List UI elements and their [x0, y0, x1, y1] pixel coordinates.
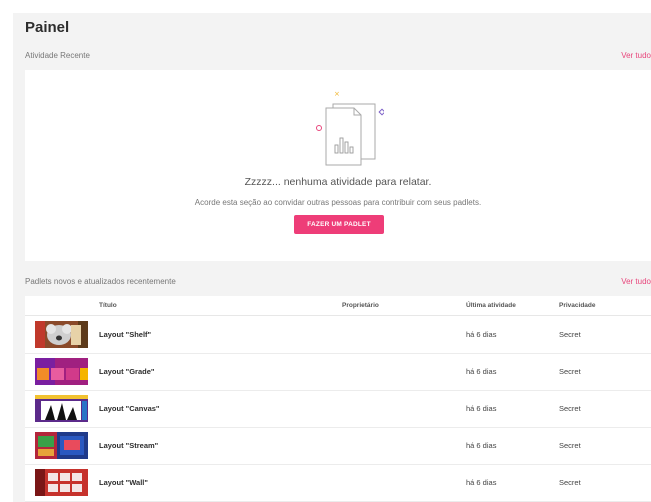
padlet-title[interactable]: Layout "Shelf": [99, 330, 151, 339]
padlet-last-activity: há 6 dias: [466, 367, 497, 376]
table-row[interactable]: Layout "Wall" há 6 dias Secret: [25, 464, 651, 502]
page-title: Painel: [25, 19, 70, 36]
dashboard: Painel Atividade Recente Ver tudo × Zzzz…: [13, 13, 651, 502]
column-header-last-activity[interactable]: Última atividade: [466, 302, 516, 309]
padlet-privacy: Secret: [559, 330, 581, 339]
padlets-see-all-link[interactable]: Ver tudo: [621, 277, 651, 286]
padlets-section-title: Padlets novos e atualizados recentemente: [25, 277, 176, 286]
padlet-thumbnail: [35, 469, 88, 496]
empty-state-heading: Zzzzz... nenhuma atividade para relatar.: [244, 176, 432, 188]
padlet-privacy: Secret: [559, 478, 581, 487]
empty-state-subtext: Acorde esta seção ao convidar outras pes…: [194, 198, 482, 207]
padlet-privacy: Secret: [559, 404, 581, 413]
table-row[interactable]: Layout "Canvas" há 6 dias Secret: [25, 390, 651, 428]
padlet-last-activity: há 6 dias: [466, 404, 497, 413]
padlet-privacy: Secret: [559, 367, 581, 376]
recent-activity-title: Atividade Recente: [25, 51, 90, 60]
padlet-title[interactable]: Layout "Wall": [99, 478, 148, 487]
padlet-privacy: Secret: [559, 441, 581, 450]
padlets-table: Título Proprietário Última atividade Pri…: [25, 296, 651, 502]
column-header-privacy[interactable]: Privacidade: [559, 302, 596, 309]
table-row[interactable]: Layout "Shelf" há 6 dias Secret: [25, 316, 651, 354]
padlet-thumbnail: [35, 395, 88, 422]
table-header: Título Proprietário Última atividade Pri…: [25, 296, 651, 316]
column-header-title[interactable]: Título: [99, 302, 117, 309]
padlet-last-activity: há 6 dias: [466, 441, 497, 450]
padlet-title[interactable]: Layout "Grade": [99, 367, 154, 376]
table-row[interactable]: Layout "Grade" há 6 dias Secret: [25, 353, 651, 391]
padlet-thumbnail: [35, 358, 88, 385]
recent-activity-card: × Zzzzz... nenhuma atividade para relata…: [25, 70, 651, 261]
recent-see-all-link[interactable]: Ver tudo: [621, 51, 651, 60]
column-header-owner[interactable]: Proprietário: [342, 302, 379, 309]
padlet-last-activity: há 6 dias: [466, 330, 497, 339]
padlet-thumbnail: [35, 321, 88, 348]
table-row[interactable]: Layout "Stream" há 6 dias Secret: [25, 427, 651, 465]
empty-document-chart-icon: ×: [304, 89, 386, 169]
padlet-thumbnail: [35, 432, 88, 459]
svg-text:×: ×: [334, 90, 340, 98]
padlet-title[interactable]: Layout "Canvas": [99, 404, 159, 413]
padlet-last-activity: há 6 dias: [466, 478, 497, 487]
padlet-title[interactable]: Layout "Stream": [99, 441, 158, 450]
make-padlet-button[interactable]: FAZER UM PADLET: [294, 215, 384, 234]
